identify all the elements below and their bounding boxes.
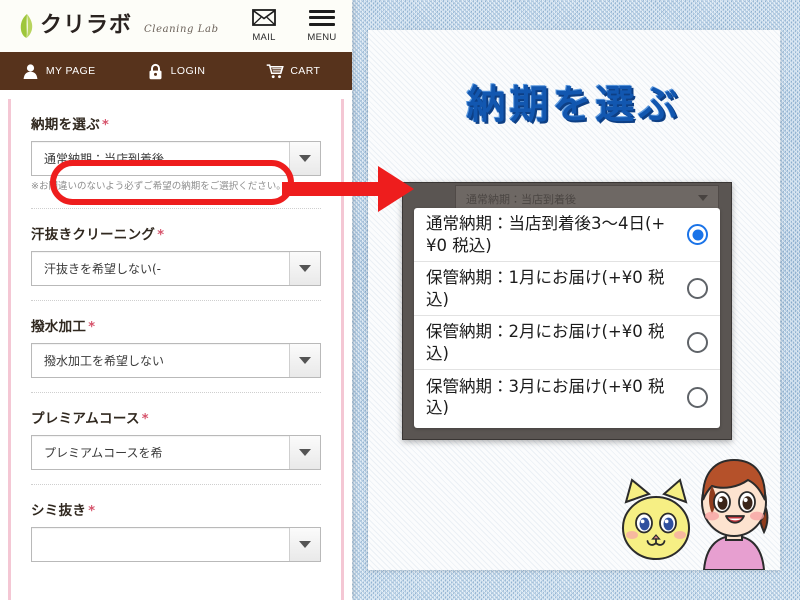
- chevron-down-icon: [289, 343, 320, 377]
- dropdown-option[interactable]: 保管納期：3月にお届け(+¥0 税込): [414, 370, 720, 424]
- dropdown-option-label: 保管納期：2月にお届け(+¥0 税込): [426, 322, 665, 363]
- girl-character-mascot: [701, 458, 769, 570]
- divider: [31, 483, 321, 485]
- mail-icon: [252, 4, 276, 31]
- slide-title: 納期を選ぶ: [466, 83, 682, 128]
- yellow-cat-mascot: [622, 478, 690, 560]
- select-sweat-value: 汗抜きを希望しない(-: [44, 261, 162, 276]
- logo-text-en: Cleaning Lab: [144, 23, 219, 35]
- nav-item-my-page[interactable]: MY PAGE: [0, 62, 117, 80]
- field-label-sweat: 汗抜きクリーニング *: [31, 226, 165, 243]
- select-stain[interactable]: [31, 526, 321, 562]
- menu-button[interactable]: MENU: [300, 4, 344, 43]
- form-field-premium: プレミアムコース * プレミアムコースを希: [31, 407, 321, 470]
- required-mark: *: [141, 411, 149, 427]
- dropdown-option-label: 通常納期：当店到着後3〜4日(+¥0 税込): [426, 214, 666, 255]
- form-field-water-repellent: 撥水加工 * 撥水加工を希望しない: [31, 315, 321, 378]
- select-water-repellent-value: 撥水加工を希望しない: [44, 353, 165, 368]
- field-label-delivery: 納期を選ぶ *: [31, 117, 110, 133]
- nav-item-login[interactable]: LOGIN: [117, 62, 234, 80]
- nav-label-cart: CART: [290, 65, 321, 77]
- field-label-stain: シミ抜き *: [31, 502, 96, 519]
- site-logo[interactable]: クリラボ Cleaning Lab: [0, 13, 219, 39]
- site-nav-bar: MY PAGE LOGIN CART: [0, 52, 352, 90]
- required-mark: *: [102, 118, 110, 133]
- dropdown-option-label: 保管納期：3月にお届け(+¥0 税込): [426, 376, 665, 417]
- mascot-characters: [622, 458, 769, 570]
- select-premium-value: プレミアムコースを希: [44, 445, 163, 460]
- radio-button[interactable]: [687, 278, 708, 299]
- form-field-delivery: 納期を選ぶ * 通常納期：当店到着後 ※お間違いのないよう必ずご希望の納期をご選択…: [31, 113, 321, 194]
- user-icon: [22, 62, 40, 80]
- radio-button-selected[interactable]: [687, 224, 708, 245]
- chevron-down-icon: [289, 251, 320, 285]
- select-sweat[interactable]: 汗抜きを希望しない(-: [31, 250, 321, 286]
- required-mark: *: [88, 503, 96, 519]
- header-icon-group: MAIL MENU: [242, 4, 344, 43]
- cart-icon: [266, 62, 285, 80]
- mobile-site-screenshot: クリラボ Cleaning Lab MAIL MENU MY PAGE LOGI…: [0, 0, 352, 600]
- divider: [31, 207, 321, 209]
- select-delivery[interactable]: 通常納期：当店到着後: [31, 141, 321, 176]
- form-field-sweat: 汗抜きクリーニング * 汗抜きを希望しない(-: [31, 223, 321, 286]
- divider: [31, 299, 321, 301]
- field-label-water-repellent: 撥水加工 *: [31, 318, 96, 335]
- logo-text-jp: クリラボ: [40, 13, 133, 38]
- screenshot-root: クリラボ Cleaning Lab MAIL MENU MY PAGE LOGI…: [0, 0, 800, 600]
- select-water-repellent[interactable]: 撥水加工を希望しない: [31, 342, 321, 378]
- hamburger-menu-icon: [309, 4, 335, 31]
- mail-button[interactable]: MAIL: [242, 4, 286, 43]
- nav-item-cart[interactable]: CART: [235, 62, 352, 80]
- explanation-slide-panel: 納期を選ぶ 通常納期：当店到着後 通常納期：当店到着後3〜4日(+¥0 税込) …: [368, 30, 780, 570]
- dropdown-popup: 通常納期：当店到着後 通常納期：当店到着後3〜4日(+¥0 税込) 保管納期：1…: [402, 182, 732, 440]
- leaf-icon: [18, 13, 35, 39]
- mail-label: MAIL: [252, 32, 276, 43]
- nav-label-my-page: MY PAGE: [45, 65, 96, 77]
- chevron-down-icon: [289, 527, 320, 561]
- collapsed-select-value: 通常納期：当店到着後: [466, 193, 576, 206]
- dropdown-option[interactable]: 保管納期：1月にお届け(+¥0 税込): [414, 262, 720, 316]
- dropdown-option[interactable]: 保管納期：2月にお届け(+¥0 税込): [414, 316, 720, 370]
- site-header: クリラボ Cleaning Lab MAIL MENU: [0, 0, 352, 52]
- dropdown-option-label: 保管納期：1月にお届け(+¥0 税込): [426, 268, 665, 309]
- lock-icon: [147, 62, 165, 80]
- required-mark: *: [157, 227, 165, 243]
- field-hint-delivery: ※お間違いのないよう必ずご希望の納期をご選択ください。: [31, 181, 286, 192]
- select-delivery-value: 通常納期：当店到着後: [44, 152, 165, 166]
- chevron-down-icon: [698, 195, 708, 201]
- required-mark: *: [88, 319, 96, 335]
- divider: [31, 391, 321, 393]
- dropdown-option[interactable]: 通常納期：当店到着後3〜4日(+¥0 税込): [414, 208, 720, 262]
- radio-button[interactable]: [687, 332, 708, 353]
- nav-label-login: LOGIN: [170, 65, 206, 77]
- form-field-stain: シミ抜き *: [31, 499, 321, 562]
- chevron-down-icon: [289, 435, 320, 469]
- dropdown-option-list: 通常納期：当店到着後3〜4日(+¥0 税込) 保管納期：1月にお届け(+¥0 税…: [414, 208, 720, 428]
- select-premium[interactable]: プレミアムコースを希: [31, 434, 321, 470]
- red-pointer-arrow: [282, 166, 414, 212]
- radio-button[interactable]: [687, 386, 708, 408]
- field-label-premium: プレミアムコース *: [31, 410, 149, 427]
- menu-label: MENU: [307, 32, 337, 43]
